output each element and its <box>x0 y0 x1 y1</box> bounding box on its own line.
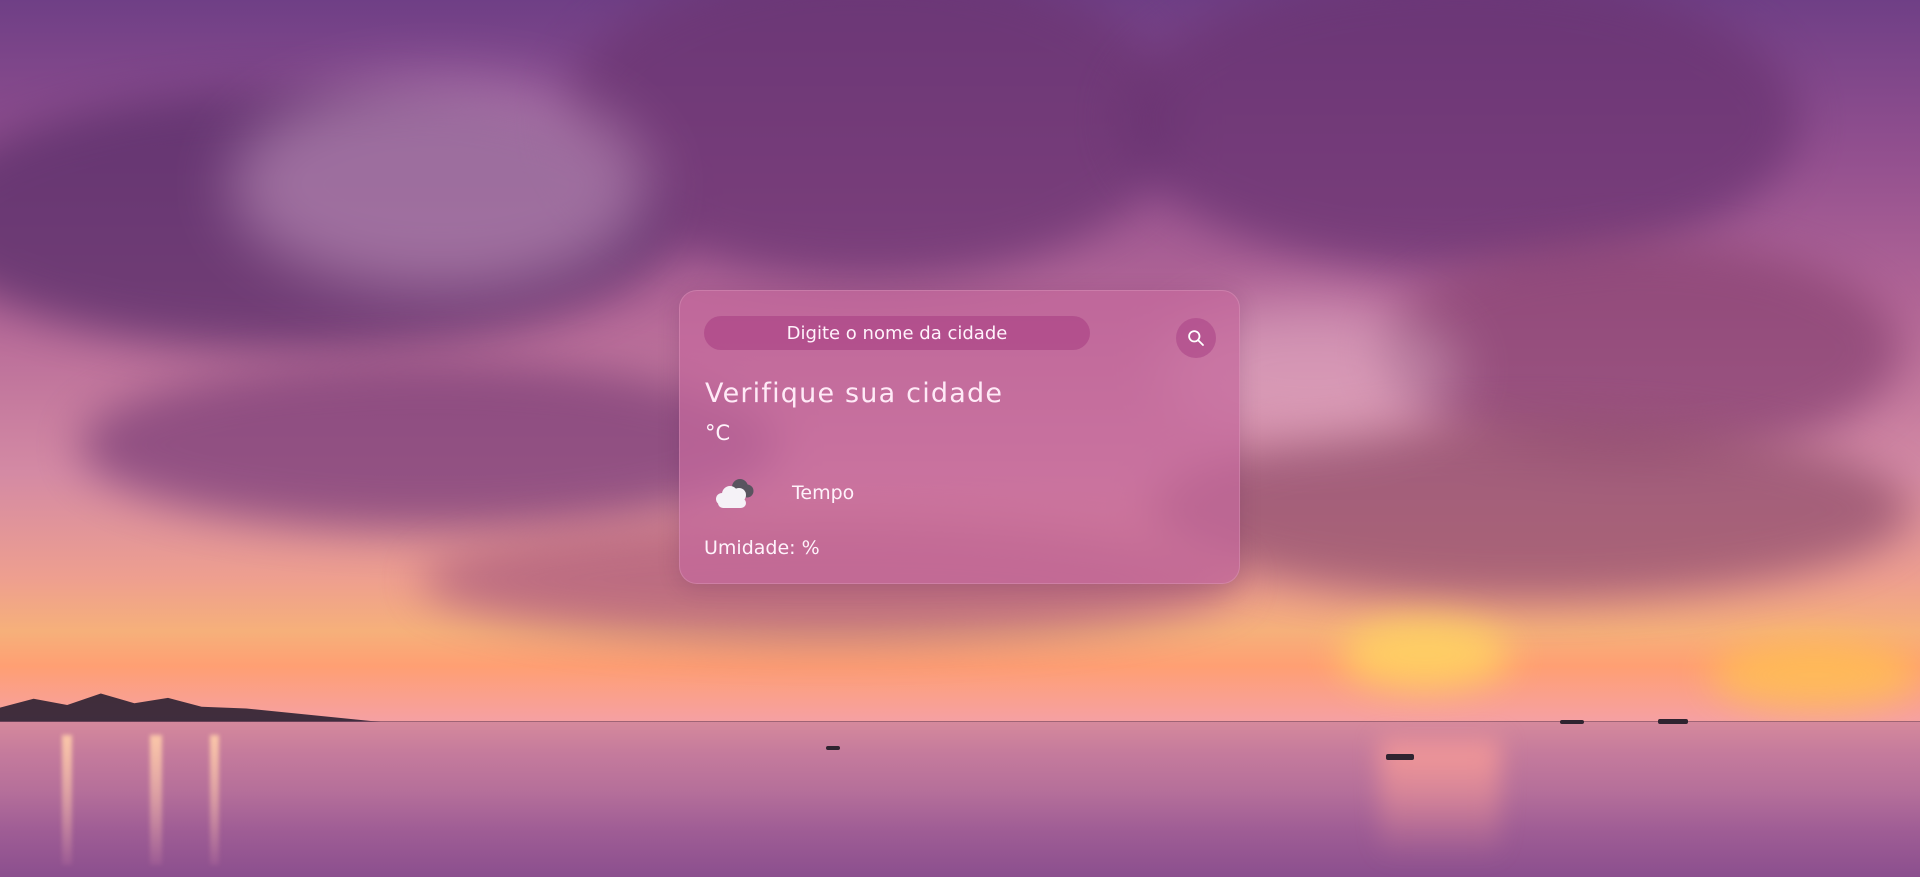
boat <box>1658 719 1688 724</box>
cloud-shape <box>1120 0 1800 270</box>
boat <box>826 746 840 750</box>
weather-description: Tempo <box>792 482 855 504</box>
city-title: Verifique sua cidade <box>705 378 1004 409</box>
city-search-input[interactable] <box>704 316 1090 350</box>
light-reflection <box>150 735 162 865</box>
light-reflection <box>210 735 219 865</box>
humidity-value: Umidade: % <box>704 537 820 559</box>
cloud-shape <box>80 360 780 530</box>
temperature-value: °C <box>705 421 731 445</box>
sunlight-glow <box>230 80 650 290</box>
sea <box>0 722 1920 877</box>
sunlight-glow <box>1340 620 1510 690</box>
search-button[interactable] <box>1176 318 1216 358</box>
search-icon <box>1188 330 1204 346</box>
boat <box>1386 754 1414 760</box>
weather-description-row: Tempo <box>710 475 854 511</box>
sunlight-glow <box>1710 640 1920 710</box>
weather-card: Verifique sua cidade °C Tempo Umidade: % <box>679 290 1240 584</box>
cloud-icon <box>716 479 754 508</box>
boat <box>1560 720 1584 724</box>
light-reflection <box>62 735 72 865</box>
cloud-shape <box>1150 420 1910 600</box>
background-scene: Verifique sua cidade °C Tempo Umidade: % <box>0 0 1920 877</box>
